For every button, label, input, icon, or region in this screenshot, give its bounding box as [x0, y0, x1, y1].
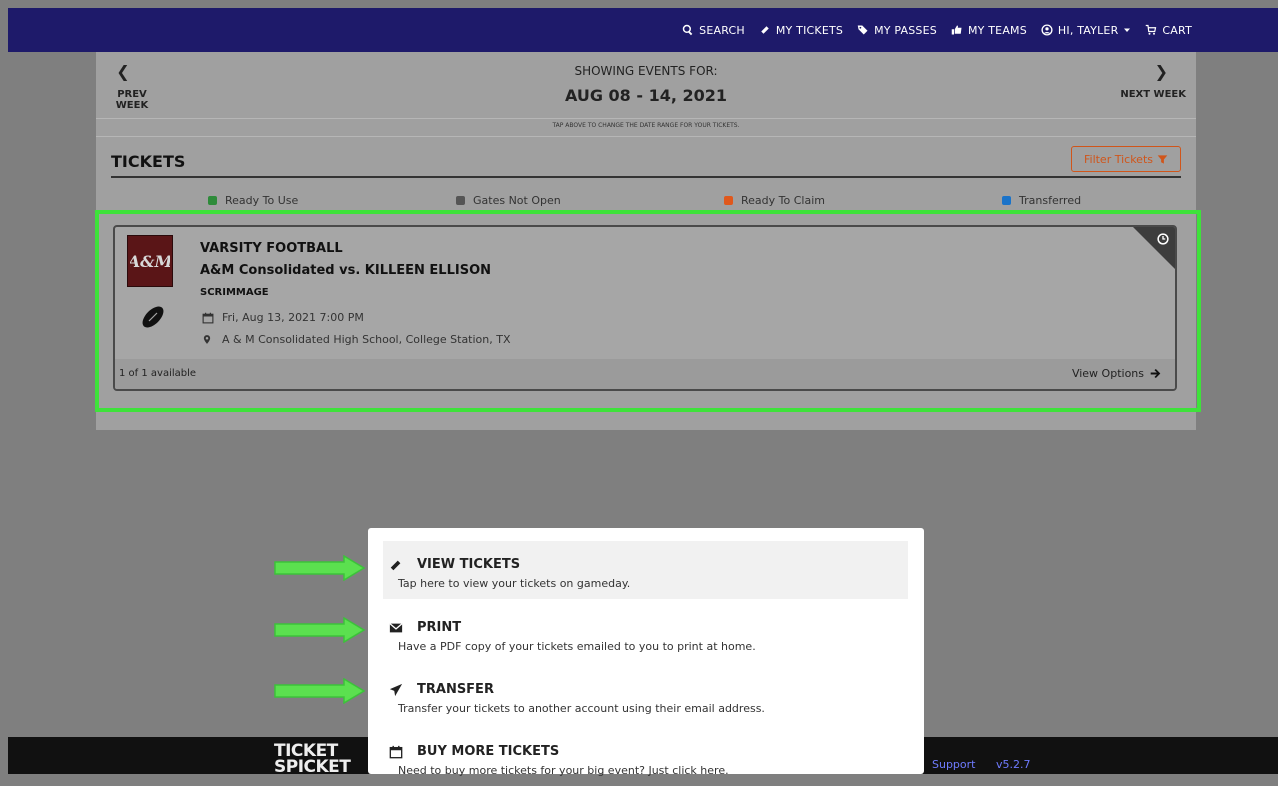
legend-swatch — [1002, 196, 1011, 205]
menu-item-desc: Tap here to view your tickets on gameday… — [398, 577, 631, 590]
tags-icon — [857, 25, 868, 35]
status-legend: Ready To Use Gates Not Open Ready To Cla… — [96, 194, 1196, 210]
legend-ready-to-claim: Ready To Claim — [724, 194, 825, 207]
tickets-heading: TICKETS — [111, 152, 186, 171]
legend-label: Gates Not Open — [473, 194, 561, 207]
nav-menu: SEARCH MY TICKETS MY PASSES MY TEAMS HI,… — [682, 8, 1192, 52]
nav-my-tickets-label: MY TICKETS — [775, 23, 844, 37]
nav-my-passes-label: MY PASSES — [874, 23, 937, 37]
menu-item-title: PRINT — [417, 620, 462, 635]
ticket-options-menu: VIEW TICKETS Tap here to view your ticke… — [368, 528, 924, 777]
cart-icon — [1146, 24, 1157, 35]
filter-icon — [1157, 154, 1168, 164]
paper-plane-icon — [389, 683, 403, 696]
menu-item-desc: Have a PDF copy of your tickets emailed … — [398, 640, 756, 653]
chevron-right-icon: ❯ — [1154, 62, 1168, 81]
next-week-label: NEXT WEEK — [1120, 89, 1186, 100]
search-icon — [682, 24, 693, 36]
version-label: v5.2.7 — [996, 758, 1031, 771]
nav-my-tickets[interactable]: MY TICKETS — [759, 24, 843, 37]
date-range[interactable]: AUG 08 - 14, 2021 — [96, 86, 1196, 105]
date-range-hint: TAP ABOVE TO CHANGE THE DATE RANGE FOR Y… — [552, 122, 740, 129]
divider — [96, 118, 1196, 119]
nav-search[interactable]: SEARCH — [682, 24, 745, 37]
support-link[interactable]: Support — [932, 758, 975, 771]
menu-item-desc: Need to buy more tickets for your big ev… — [398, 764, 729, 777]
filter-tickets-button[interactable]: Filter Tickets — [1071, 146, 1181, 172]
nav-my-passes[interactable]: MY PASSES — [857, 24, 937, 37]
ticket-icon — [761, 26, 769, 34]
menu-item-title: TRANSFER — [417, 682, 494, 697]
ticket-icon — [390, 560, 401, 570]
nav-my-teams[interactable]: MY TEAMS — [951, 24, 1027, 37]
menu-item-head: VIEW TICKETS — [389, 557, 520, 572]
legend-swatch — [456, 196, 465, 205]
annotation-arrow — [274, 617, 366, 643]
legend-label: Transferred — [1019, 194, 1082, 207]
menu-item-head: TRANSFER — [389, 682, 494, 697]
heading-rule — [111, 176, 1181, 178]
calendar-icon — [389, 745, 403, 758]
menu-transfer[interactable]: TRANSFER Transfer your tickets to anothe… — [383, 666, 908, 724]
footer-logo: TICKET SPICKET — [274, 743, 351, 777]
footer-logo-line2: SPICKET — [274, 757, 351, 777]
menu-view-tickets[interactable]: VIEW TICKETS Tap here to view your ticke… — [383, 541, 908, 599]
nav-my-teams-label: MY TEAMS — [967, 23, 1027, 37]
legend-transferred: Transferred — [1002, 194, 1081, 207]
nav-cart-label: CART — [1162, 23, 1192, 37]
menu-item-head: PRINT — [389, 620, 461, 635]
nav-cart[interactable]: CART — [1145, 24, 1192, 37]
caret-down-icon — [1124, 28, 1131, 32]
menu-item-title: BUY MORE TICKETS — [417, 744, 560, 759]
showing-events-label: SHOWING EVENTS FOR: — [574, 64, 718, 78]
menu-item-title: VIEW TICKETS — [417, 557, 521, 572]
legend-gates-not-open: Gates Not Open — [456, 194, 561, 207]
next-week-button[interactable]: ❯ NEXT WEEK — [1116, 62, 1186, 100]
legend-ready-to-use: Ready To Use — [208, 194, 298, 207]
week-selector: ❮ PREV WEEK SHOWING EVENTS FOR: AUG 08 -… — [96, 52, 1196, 118]
top-nav-bar: SEARCH MY TICKETS MY PASSES MY TEAMS HI,… — [8, 8, 1278, 52]
legend-swatch — [724, 196, 733, 205]
nav-user-label: HI, TAYLER — [1057, 23, 1119, 37]
menu-print[interactable]: PRINT Have a PDF copy of your tickets em… — [383, 604, 908, 662]
menu-buy-more-tickets[interactable]: BUY MORE TICKETS Need to buy more ticket… — [383, 728, 908, 786]
legend-swatch — [208, 196, 217, 205]
legend-label: Ready To Use — [225, 194, 299, 207]
annotation-arrow — [274, 678, 366, 704]
annotation-arrow — [274, 555, 366, 581]
nav-user-menu[interactable]: HI, TAYLER — [1041, 24, 1132, 37]
envelope-icon — [389, 622, 403, 632]
menu-item-desc: Transfer your tickets to another account… — [398, 702, 765, 715]
nav-search-label: SEARCH — [699, 23, 745, 37]
highlight-box — [95, 210, 1201, 412]
legend-label: Ready To Claim — [741, 194, 825, 207]
divider — [96, 136, 1196, 137]
user-circle-icon — [1041, 24, 1053, 36]
filter-tickets-label: Filter Tickets — [1083, 152, 1153, 166]
thumbs-up-icon — [951, 25, 962, 35]
menu-item-head: BUY MORE TICKETS — [389, 744, 559, 759]
